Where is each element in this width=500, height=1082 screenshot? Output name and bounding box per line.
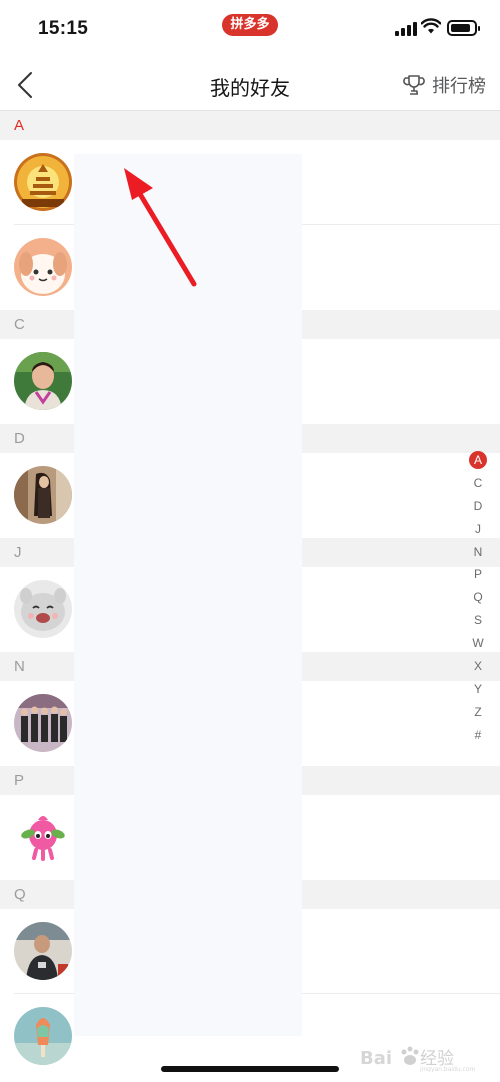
alpha-index-d[interactable]: D bbox=[468, 495, 488, 518]
alpha-index-a[interactable]: A bbox=[468, 449, 488, 472]
baidu-jingyan-watermark: Bai 经验 jingyan.baidu.com bbox=[360, 1044, 492, 1072]
alpha-index-q[interactable]: Q bbox=[468, 586, 488, 609]
alpha-index-w[interactable]: W bbox=[468, 632, 488, 655]
alpha-index-z[interactable]: Z bbox=[468, 701, 488, 724]
svg-text:jingyan.baidu.com: jingyan.baidu.com bbox=[419, 1066, 476, 1072]
status-time: 15:15 bbox=[38, 18, 89, 39]
alpha-index-y[interactable]: Y bbox=[468, 678, 488, 701]
alpha-index-n[interactable]: N bbox=[468, 541, 488, 564]
home-indicator bbox=[161, 1066, 339, 1072]
ranking-label: 排行榜 bbox=[432, 76, 486, 97]
avatar bbox=[14, 922, 72, 980]
baidu-logo-icon: Bai 经验 jingyan.baidu.com bbox=[360, 1046, 476, 1072]
avatar bbox=[14, 153, 72, 211]
avatar bbox=[14, 580, 72, 638]
avatar bbox=[14, 1007, 72, 1065]
avatar bbox=[14, 808, 72, 866]
signal-icon bbox=[395, 21, 417, 36]
alpha-index-c[interactable]: C bbox=[468, 472, 488, 495]
avatar bbox=[14, 352, 72, 410]
alpha-index-j[interactable]: J bbox=[468, 518, 488, 541]
alpha-index-p[interactable]: P bbox=[468, 563, 488, 586]
alpha-index-x[interactable]: X bbox=[468, 655, 488, 678]
app-badge: 拼多多 bbox=[222, 14, 278, 36]
svg-text:Bai: Bai bbox=[360, 1048, 392, 1069]
alpha-index-s[interactable]: S bbox=[468, 609, 488, 632]
alphabet-index[interactable]: A C D J N P Q S W X Y Z # bbox=[468, 449, 488, 747]
annotation-arrow bbox=[124, 168, 197, 287]
trophy-icon bbox=[403, 75, 425, 95]
ranking-button[interactable]: 排行榜 bbox=[402, 71, 486, 99]
avatar bbox=[14, 466, 72, 524]
status-bar: 15:15 拼多多 bbox=[0, 0, 500, 60]
nav-bar: 我的好友 排行榜 bbox=[0, 60, 500, 111]
battery-icon bbox=[447, 20, 480, 36]
avatar bbox=[14, 238, 72, 296]
alpha-index-hash[interactable]: # bbox=[468, 724, 488, 747]
section-header-a: A bbox=[0, 111, 500, 140]
avatar bbox=[14, 694, 72, 752]
wifi-icon bbox=[421, 18, 441, 34]
